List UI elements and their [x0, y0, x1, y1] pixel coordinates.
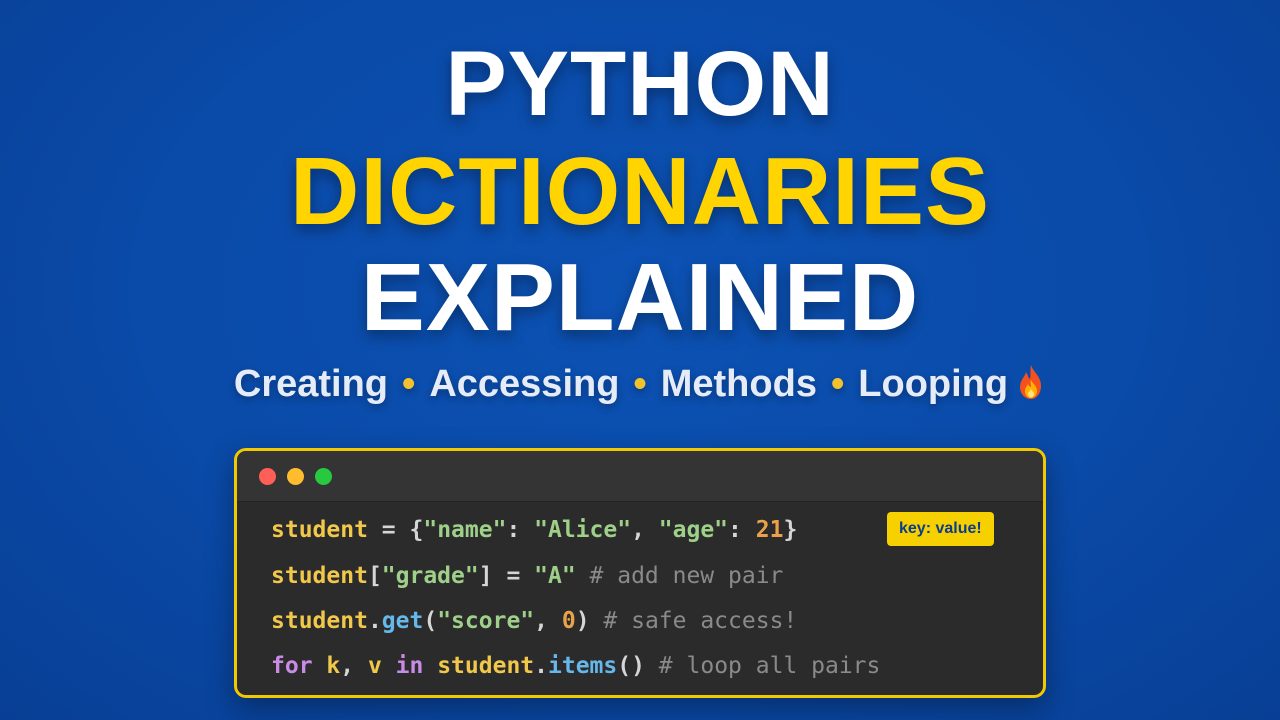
code-token-var: student: [271, 608, 368, 634]
code-line: student.get("score", 0) # safe access!: [271, 610, 797, 633]
code-token-op: .: [534, 653, 548, 679]
code-line: for k, v in student.items() # loop all p…: [271, 655, 880, 678]
code-token-op: (): [617, 653, 645, 679]
code-token-op: ]: [478, 563, 493, 589]
close-window-icon[interactable]: [259, 468, 276, 485]
code-token-cmt: # safe access!: [589, 608, 798, 634]
code-token-kw: in: [381, 653, 438, 679]
code-token-op: :: [506, 517, 535, 543]
separator-dot: •: [633, 363, 647, 405]
maximize-window-icon[interactable]: [315, 468, 332, 485]
code-token-var: student: [271, 517, 368, 543]
code-token-op: =: [492, 563, 535, 589]
subtitle: Creating • Accessing • Methods • Looping: [0, 364, 1280, 407]
key-value-badge: key: value!: [887, 512, 994, 546]
code-window: student = {"name": "Alice", "age": 21} s…: [234, 448, 1046, 698]
code-token-str: "name": [423, 517, 507, 543]
code-token-op: ,: [631, 517, 659, 543]
code-token-op: .: [367, 608, 382, 634]
code-token-str: "score": [437, 608, 535, 634]
code-token-var: v: [367, 653, 382, 679]
subtitle-item-creating: Creating: [233, 363, 389, 405]
subtitle-item-looping: Looping: [858, 363, 1009, 405]
code-token-op: ): [575, 608, 590, 634]
code-token-str: "grade": [381, 563, 479, 589]
code-token-cmt: # add new pair: [575, 563, 784, 589]
flame-icon: [1016, 364, 1046, 407]
code-token-fn: items: [548, 653, 618, 679]
title-line-dictionaries: DICTIONARIES: [289, 138, 991, 245]
code-line: student = {"name": "Alice", "age": 21}: [271, 519, 797, 542]
subtitle-item-methods: Methods: [660, 363, 817, 405]
separator-dot: •: [830, 363, 845, 405]
code-token-kw: for: [271, 653, 313, 679]
subtitle-item-accessing: Accessing: [429, 363, 620, 405]
title-line-explained: EXPLAINED: [360, 244, 920, 351]
code-token-str: "Alice": [534, 517, 632, 543]
code-token-var: student: [271, 563, 368, 589]
code-token-op: ,: [534, 608, 562, 634]
code-token-var: k: [312, 653, 341, 679]
code-line: student["grade"] = "A" # add new pair: [271, 565, 783, 588]
code-token-str: "age": [658, 517, 729, 543]
code-token-str: "A": [534, 563, 576, 589]
code-token-op: (: [423, 608, 438, 634]
minimize-window-icon[interactable]: [287, 468, 304, 485]
code-token-op: :: [728, 517, 756, 543]
code-token-num: 0: [561, 608, 576, 634]
code-token-op: {: [409, 517, 424, 543]
window-titlebar: [237, 451, 1043, 502]
code-token-num: 21: [755, 517, 784, 543]
code-token-op: =: [367, 517, 410, 543]
separator-dot: •: [402, 363, 416, 405]
code-token-var: student: [437, 653, 535, 679]
title-line-python: PYTHON: [445, 33, 835, 135]
code-token-op: }: [783, 517, 798, 543]
code-token-op: [: [367, 563, 382, 589]
code-token-cmt: # loop all pairs: [644, 653, 881, 679]
code-token-fn: get: [381, 608, 424, 634]
code-token-op: ,: [340, 653, 368, 679]
